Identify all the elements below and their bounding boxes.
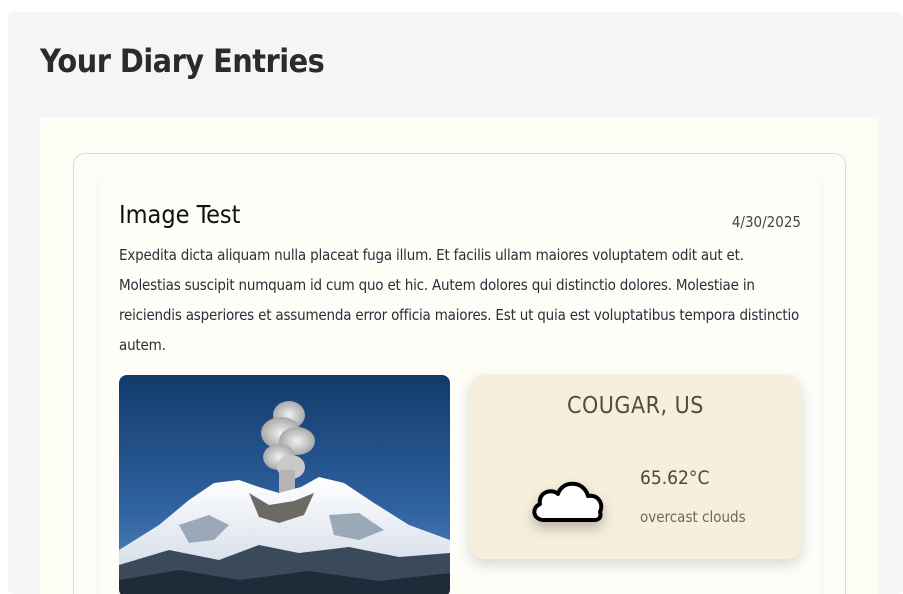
entry-title: Image Test bbox=[119, 200, 241, 229]
entry-date: 4/30/2025 bbox=[731, 213, 801, 231]
entries-panel: Image Test 4/30/2025 Expedita dicta aliq… bbox=[40, 117, 879, 594]
entry-body: Expedita dicta aliquam nulla placeat fug… bbox=[119, 246, 800, 354]
volcano-photo bbox=[119, 375, 450, 594]
entry-container: Image Test 4/30/2025 Expedita dicta aliq… bbox=[73, 153, 846, 594]
cloud-icon bbox=[528, 470, 608, 526]
weather-description: overcast clouds bbox=[640, 508, 746, 526]
diary-page: Your Diary Entries Image Test 4/30/2025 … bbox=[8, 12, 903, 594]
weather-card: COUGAR, US 65.62°C overcast clouds bbox=[470, 375, 801, 559]
entry-photo bbox=[119, 375, 450, 594]
diary-entry-card[interactable]: Image Test 4/30/2025 Expedita dicta aliq… bbox=[99, 180, 821, 594]
page-title: Your Diary Entries bbox=[40, 42, 325, 80]
weather-location: COUGAR, US bbox=[567, 393, 704, 419]
weather-temperature: 65.62°C bbox=[640, 467, 710, 489]
